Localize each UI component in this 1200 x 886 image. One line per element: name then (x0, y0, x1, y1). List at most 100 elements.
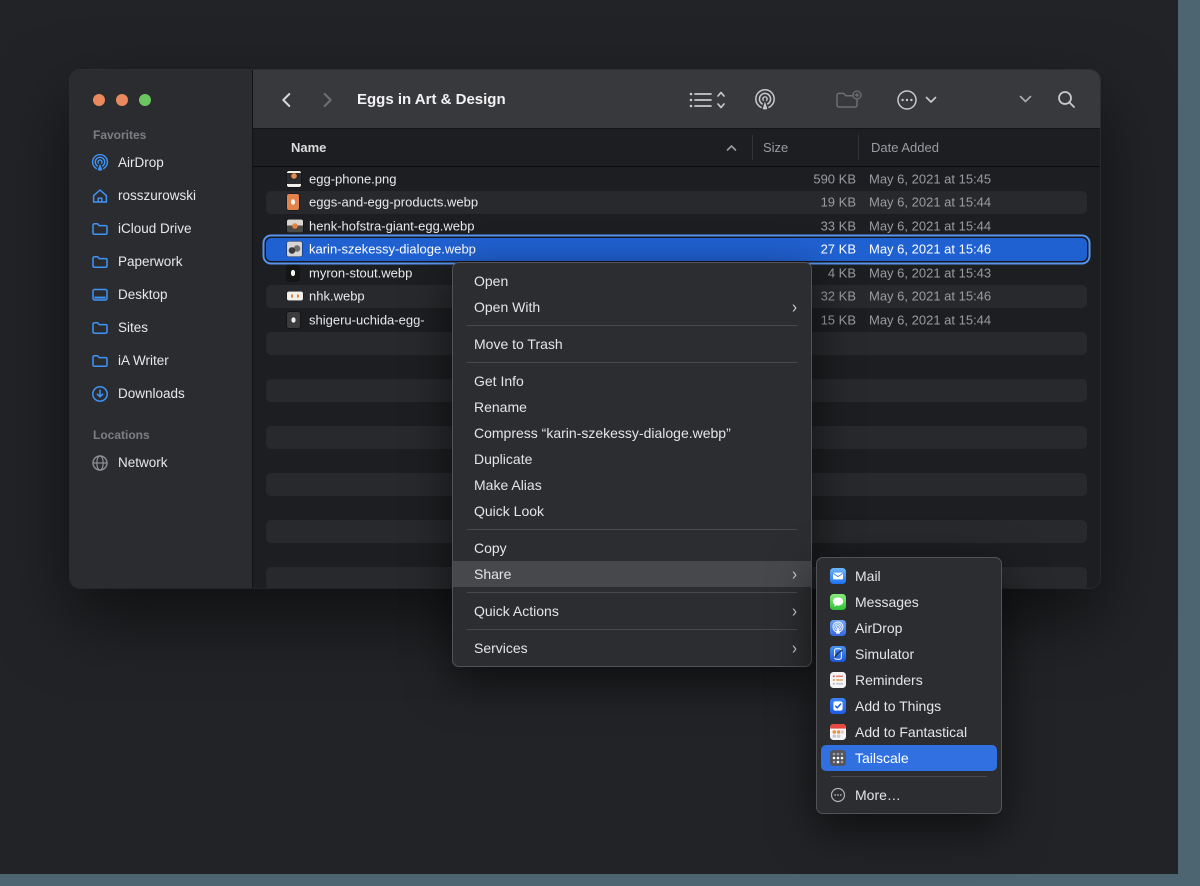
file-date-added: May 6, 2021 at 15:46 (869, 289, 991, 304)
share-item-label: Messages (855, 594, 919, 610)
search-icon (1056, 89, 1077, 110)
sidebar-item-network[interactable]: Network (77, 446, 245, 479)
minimize-button[interactable] (116, 94, 128, 106)
share-item-label: More… (855, 787, 901, 803)
menu-item-get-info[interactable]: Get Info (453, 368, 811, 394)
new-folder-icon (835, 89, 863, 111)
sidebar-item-sites[interactable]: Sites (77, 311, 245, 344)
sidebar-item-ia-writer[interactable]: iA Writer (77, 344, 245, 377)
share-item-label: Add to Fantastical (855, 724, 967, 740)
menu-item-move-to-trash[interactable]: Move to Trash (453, 331, 811, 357)
file-thumbnail-nhk (287, 292, 303, 301)
share-item-add-to-fantastical[interactable]: Add to Fantastical (821, 719, 997, 745)
file-thumbnail-egg-phone (287, 171, 301, 187)
simulator-app-icon (830, 646, 846, 662)
search-button[interactable] (1051, 70, 1081, 129)
share-item-tailscale[interactable]: Tailscale (821, 745, 997, 771)
airdrop-icon (753, 88, 777, 112)
desktop-icon (91, 286, 109, 304)
list-view-icon (688, 89, 726, 111)
new-folder-button[interactable] (831, 70, 867, 129)
globe-icon (91, 454, 109, 472)
sidebar-item-downloads[interactable]: Downloads (77, 377, 245, 410)
back-button[interactable] (274, 70, 300, 129)
list-column-headers: Name Size Date Added (253, 129, 1100, 167)
sidebar-item-home[interactable]: rosszurowski (77, 179, 245, 212)
close-button[interactable] (93, 94, 105, 106)
menu-item-copy[interactable]: Copy (453, 535, 811, 561)
menu-item-label: Compress “karin-szekessy-dialoge.webp” (474, 425, 731, 441)
sidebar-item-paperwork[interactable]: Paperwork (77, 245, 245, 278)
file-row[interactable]: henk-hofstra-giant-egg.webp 33 KB May 6,… (266, 214, 1087, 238)
actions-menu-button[interactable] (887, 70, 945, 129)
chevron-down-icon (925, 96, 937, 104)
file-name: shigeru-uchida-egg- (309, 312, 425, 327)
column-header-name[interactable]: Name (291, 129, 326, 166)
sidebar: Favorites AirDrop (70, 70, 253, 588)
share-item-label: AirDrop (855, 620, 902, 636)
chevron-down-icon (1019, 95, 1032, 104)
column-header-date-added[interactable]: Date Added (871, 129, 939, 166)
file-name: karin-szekessy-dialoge.webp (309, 242, 476, 257)
zoom-button[interactable] (139, 94, 151, 106)
menu-item-label: Duplicate (474, 451, 532, 467)
forward-button[interactable] (314, 70, 340, 129)
share-item-reminders[interactable]: Reminders (821, 667, 997, 693)
menu-item-quick-look[interactable]: Quick Look (453, 498, 811, 524)
menu-item-make-alias[interactable]: Make Alias (453, 472, 811, 498)
menu-item-open[interactable]: Open (453, 268, 811, 294)
share-item-more[interactable]: More… (821, 782, 997, 808)
sidebar-item-icloud-drive[interactable]: iCloud Drive (77, 212, 245, 245)
menu-item-label: Quick Actions (474, 603, 559, 619)
menu-item-quick-actions[interactable]: Quick Actions › (453, 598, 811, 624)
sidebar-item-desktop[interactable]: Desktop (77, 278, 245, 311)
view-options-button[interactable] (679, 70, 735, 129)
share-item-airdrop[interactable]: AirDrop (821, 615, 997, 641)
share-item-simulator[interactable]: Simulator (821, 641, 997, 667)
toolbar-overflow-button[interactable] (1013, 70, 1037, 129)
sidebar-item-airdrop[interactable]: AirDrop (77, 146, 245, 179)
menu-separator (831, 776, 987, 777)
file-row[interactable]: eggs-and-egg-products.webp 19 KB May 6, … (266, 191, 1087, 215)
file-name: egg-phone.png (309, 171, 396, 186)
menu-item-label: Open With (474, 299, 540, 315)
sidebar-item-label: AirDrop (118, 155, 164, 170)
fantastical-app-icon (830, 724, 846, 740)
menu-item-label: Move to Trash (474, 336, 563, 352)
menu-item-compress[interactable]: Compress “karin-szekessy-dialoge.webp” (453, 420, 811, 446)
menu-item-rename[interactable]: Rename (453, 394, 811, 420)
toolbar-airdrop-button[interactable] (749, 70, 781, 129)
file-thumbnail-shigeru-uchida (287, 312, 300, 328)
column-divider[interactable] (752, 135, 753, 160)
menu-item-share[interactable]: Share › (453, 561, 811, 587)
share-item-add-to-things[interactable]: Add to Things (821, 693, 997, 719)
sidebar-item-label: Network (118, 455, 168, 470)
download-circle-icon (91, 385, 109, 403)
reminders-app-icon (830, 672, 846, 688)
sidebar-item-label: Downloads (118, 386, 185, 401)
sidebar-item-label: iCloud Drive (118, 221, 192, 236)
menu-item-duplicate[interactable]: Duplicate (453, 446, 811, 472)
file-size: 33 KB (736, 218, 856, 233)
share-item-label: Simulator (855, 646, 914, 662)
file-date-added: May 6, 2021 at 15:45 (869, 171, 991, 186)
file-thumbnail-eggs-and-egg-products (287, 194, 299, 210)
menu-item-open-with[interactable]: Open With › (453, 294, 811, 320)
share-item-label: Reminders (855, 672, 923, 688)
ellipsis-circle-icon (895, 88, 919, 112)
menu-item-label: Get Info (474, 373, 524, 389)
file-row[interactable]: egg-phone.png 590 KB May 6, 2021 at 15:4… (266, 167, 1087, 191)
folder-icon (91, 319, 109, 337)
file-row-selected[interactable]: karin-szekessy-dialoge.webp 27 KB May 6,… (266, 238, 1087, 262)
menu-item-services[interactable]: Services › (453, 635, 811, 661)
things-app-icon (830, 698, 846, 714)
submenu-chevron-icon: › (792, 602, 797, 619)
file-date-added: May 6, 2021 at 15:43 (869, 265, 991, 280)
column-header-size[interactable]: Size (763, 129, 788, 166)
screenshot-frame: Favorites AirDrop (0, 0, 1200, 886)
menu-item-label: Make Alias (474, 477, 542, 493)
share-item-messages[interactable]: Messages (821, 589, 997, 615)
column-divider[interactable] (858, 135, 859, 160)
share-item-mail[interactable]: Mail (821, 563, 997, 589)
home-icon (91, 187, 109, 205)
